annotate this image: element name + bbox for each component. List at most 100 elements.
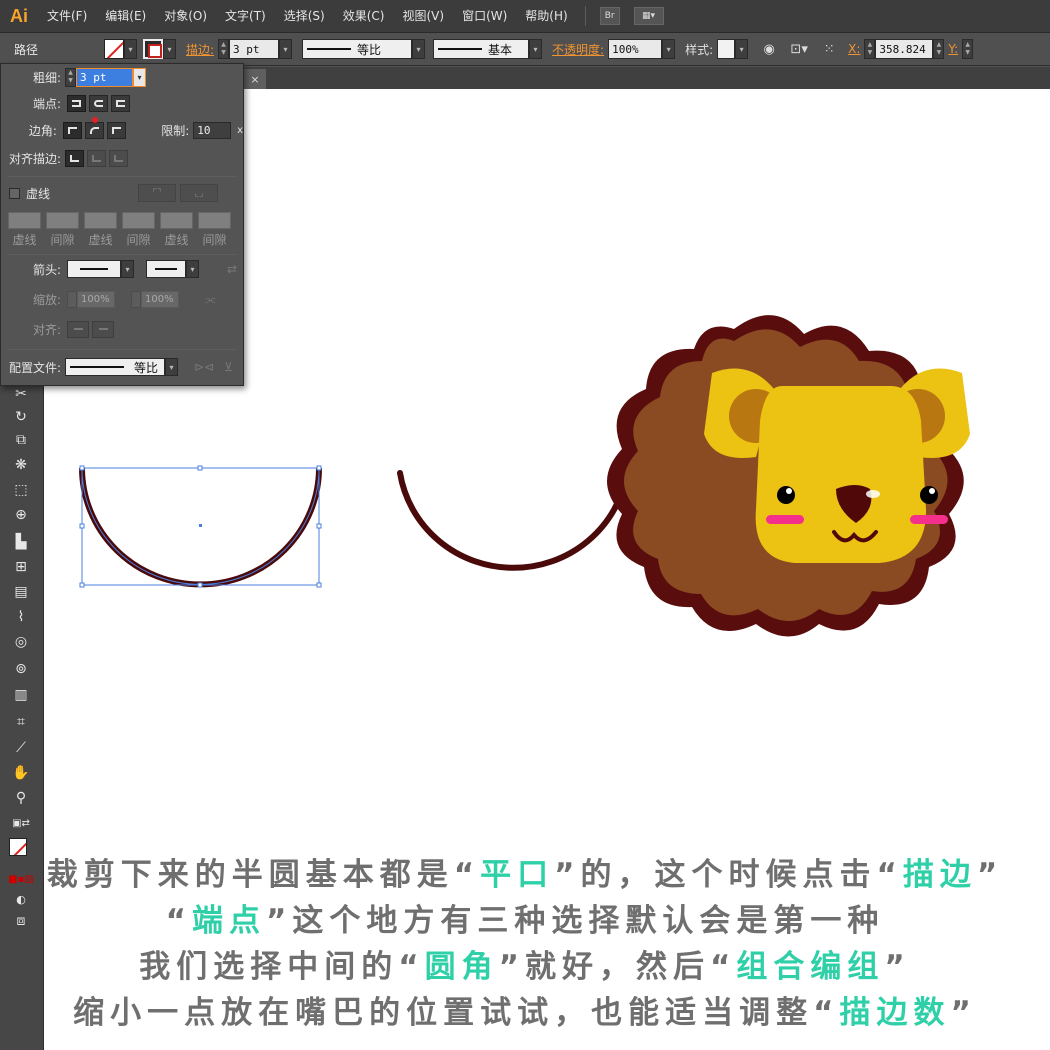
workspace-switcher-icon[interactable]: ▦▾ [633,7,664,25]
limit-label: 限制: [161,123,190,138]
x-stepper[interactable]: ▲ ▼ [864,39,876,59]
x-coordinate-label[interactable]: X: [848,42,860,56]
arrow-tip-at-end-button [92,320,114,338]
column-graph-tool-icon[interactable]: ▥ [10,685,32,705]
lion-blush-left [766,515,804,524]
fill-stroke-swatch[interactable] [6,835,30,859]
style-dropdown-icon[interactable]: ▾ [735,39,749,59]
menu-view[interactable]: 视图(V) [393,0,453,33]
scissors-tool-icon[interactable]: ✂ [10,384,32,404]
lion-eye-right-shine [929,488,935,494]
opacity-link[interactable]: 不透明度: [552,41,604,58]
weight-dropdown-icon[interactable]: ▾ [133,67,146,87]
limit-field[interactable]: 10 [193,121,232,139]
round-cap-button[interactable] [89,94,108,112]
brush-definition-label: 基本 [488,42,513,57]
warp-tool-icon[interactable]: ❋ [10,455,32,475]
scale-start-field: 100% [77,290,115,308]
dash-align-corners-button: ⌞⌟ [180,184,219,202]
close-document-icon[interactable]: × [244,69,266,89]
end-arrowhead-dropdown-icon[interactable]: ▾ [186,260,199,278]
menu-select[interactable]: 选择(S) [275,0,334,33]
arrow-tip-beyond-button [67,320,89,338]
bridge-button[interactable]: Br [599,7,620,25]
opacity-field[interactable]: 100% [608,39,663,59]
perspective-grid-tool-icon[interactable]: ▙ [10,532,32,552]
menu-effect[interactable]: 效果(C) [334,0,394,33]
weight-field[interactable]: 3 pt [76,67,133,87]
dashed-line-checkbox[interactable] [9,187,20,199]
menu-file[interactable]: 文件(F) [38,0,96,33]
brush-dropdown-icon[interactable]: ▾ [529,39,543,59]
projecting-cap-button[interactable] [111,94,130,112]
round-join-button[interactable] [84,116,104,139]
dash-label: 虚线 [164,232,189,247]
slice-tool-icon[interactable]: ⟋ [10,738,32,758]
gradient-tool-icon[interactable]: ▤ [10,582,32,602]
drawing-mode-icon[interactable]: ◐ [10,889,32,909]
align-center-button[interactable] [65,149,84,167]
menu-object[interactable]: 对象(O) [155,0,216,33]
menu-help[interactable]: 帮助(H) [516,0,576,33]
align-options-icon[interactable]: ⊡▾ [788,39,810,59]
menu-window[interactable]: 窗口(W) [453,0,516,33]
profile-select-dropdown-icon[interactable]: ▾ [165,358,178,376]
stroke-weight-dropdown-icon[interactable]: ▾ [279,39,293,59]
variable-width-profile-label: 等比 [357,42,382,57]
fill-swatch-none[interactable] [104,39,124,59]
zoom-tool-icon[interactable]: ⚲ [10,788,32,808]
recolor-artwork-icon[interactable]: ◉ [758,39,780,59]
stroke-weight-stepper[interactable]: ▲ ▼ [218,39,230,59]
mesh-tool-icon[interactable]: ⊞ [10,557,32,577]
align-inside-button [87,149,106,167]
lion-blush-right [910,515,948,524]
free-transform-tool-icon[interactable]: ⬚ [10,480,32,500]
shape-builder-tool-icon[interactable]: ⊕ [10,505,32,525]
opacity-dropdown-icon[interactable]: ▾ [662,39,676,59]
eyedropper-tool-icon[interactable]: ⌇ [10,607,32,627]
reference-point-icon[interactable]: ⁙ [818,39,840,59]
profile-dropdown-icon[interactable]: ▾ [412,39,426,59]
start-arrowhead-dropdown-icon[interactable]: ▾ [121,260,134,278]
butt-cap-button[interactable] [67,94,86,112]
symbol-sprayer-tool-icon[interactable]: ⊚ [10,659,32,679]
bevel-join-button[interactable] [106,121,126,139]
weight-stepper[interactable]: ▲ ▼ [65,67,76,87]
corner-label: 边角: [28,123,57,138]
miter-join-button[interactable] [62,121,82,139]
cap-label: 端点: [32,96,61,111]
scale-end-field: 100% [141,290,179,308]
profile-line-icon [70,366,124,368]
y-coordinate-label[interactable]: Y: [948,42,958,56]
default-colors-icon[interactable]: ▣⇄ [10,813,32,833]
lion-face [755,386,927,563]
variable-width-profile[interactable]: 等比 [302,39,413,59]
stroke-panel-link[interactable]: 描边: [186,41,214,58]
menu-bar: Ai 文件(F) 编辑(E) 对象(O) 文字(T) 选择(S) 效果(C) 视… [0,0,1050,33]
rotate-tool-icon[interactable]: ↻ [10,407,32,427]
x-field[interactable]: 358.824 [875,39,934,59]
selection-handle [79,582,85,588]
style-swatch[interactable] [717,39,736,59]
profile-select[interactable]: 等比 [65,358,165,376]
end-arrowhead-select[interactable] [146,260,186,278]
x-stepper-2[interactable]: ▲ ▼ [933,39,945,59]
hand-tool-icon[interactable]: ✋ [10,763,32,783]
stroke-panel: 粗细: ▲ ▼ 3 pt ▾ 端点: 边角: 限制: 10 x 对齐描边: 虚线… [0,63,244,386]
stroke-swatch[interactable] [143,39,163,59]
menu-type[interactable]: 文字(T) [216,0,275,33]
control-bar: 路径 ▾ ▾ 描边: ▲ ▼ 3 pt ▾ 等比 ▾ 基本 ▾ 不透明度: 100… [0,33,1050,66]
stroke-dropdown-icon[interactable]: ▾ [163,39,176,59]
color-mode-icons[interactable]: ■▪▨ [8,869,34,889]
blend-tool-icon[interactable]: ◎ [10,632,32,652]
artboard-tool-icon[interactable]: ⌗ [10,712,32,732]
fill-dropdown-icon[interactable]: ▾ [124,39,137,59]
profile-line-icon [307,48,352,50]
scale-tool-icon[interactable]: ⧉ [10,430,32,450]
y-stepper[interactable]: ▲ ▼ [962,39,974,59]
start-arrowhead-select[interactable] [67,260,121,278]
menu-edit[interactable]: 编辑(E) [96,0,155,33]
screen-mode-icon[interactable]: ⧈ [10,911,32,931]
brush-definition[interactable]: 基本 [433,39,530,59]
stroke-weight-field[interactable]: 3 pt [229,39,280,59]
